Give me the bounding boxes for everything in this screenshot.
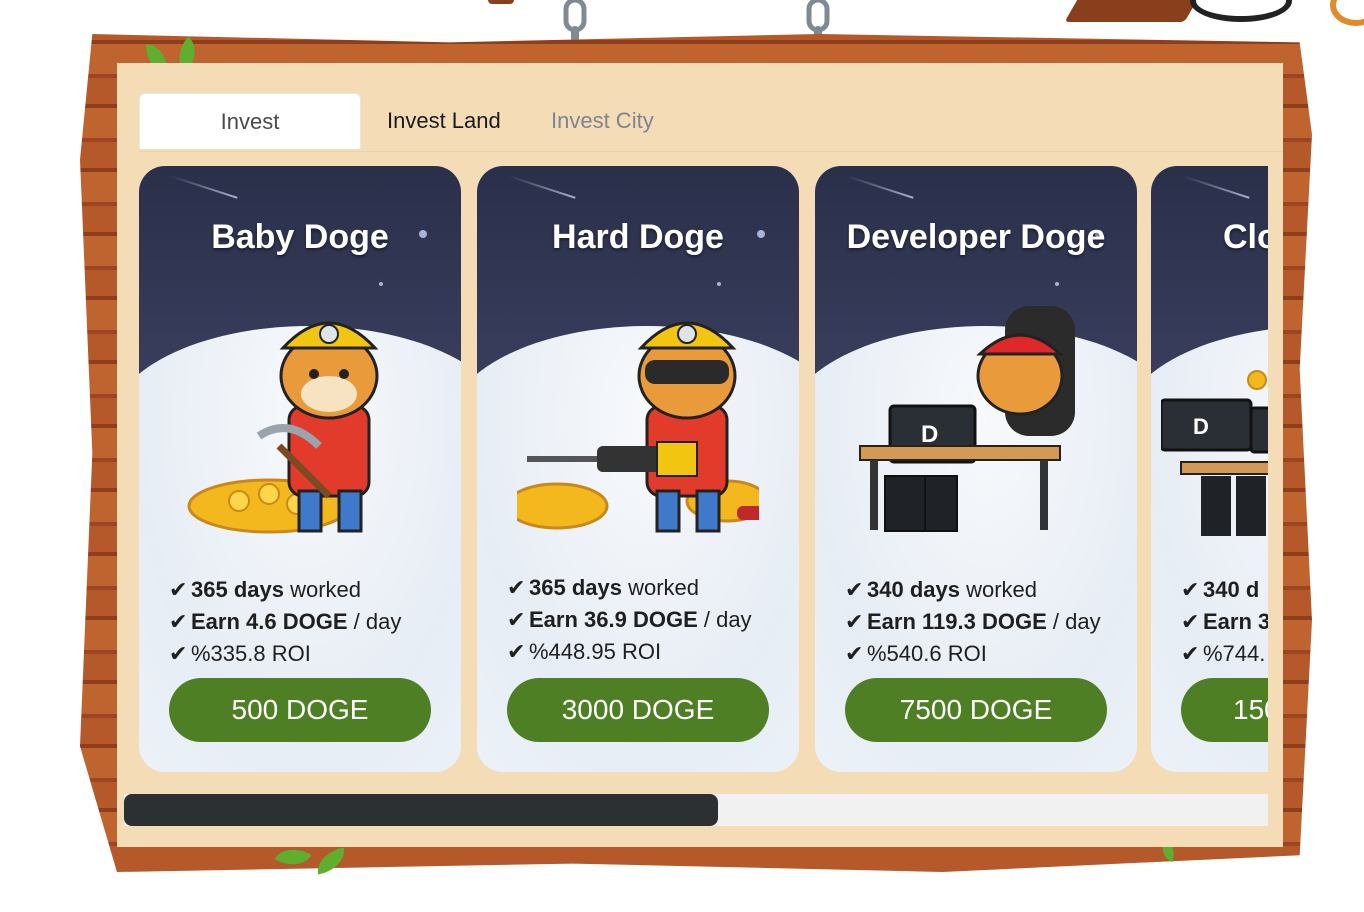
buy-button[interactable]: 7500 DOGE xyxy=(845,678,1107,742)
svg-text:D: D xyxy=(921,421,938,448)
check-icon: ✔ xyxy=(845,577,864,602)
check-icon: ✔ xyxy=(1181,609,1200,634)
card-features: ✔ 365 days worked ✔ Earn 4.6 DOGE / day ✔%… xyxy=(169,574,449,670)
card-title: Clo xyxy=(1223,218,1268,256)
feature-earn: ✔ Earn 4.6 DOGE / day xyxy=(169,606,449,638)
card-features: ✔ 365 days worked ✔ Earn 36.9 DOGE / day ✔… xyxy=(507,572,787,668)
character-card-baby-doge: Baby Doge ✔ 365 days worked ✔ Earn 4.6 DOG… xyxy=(139,166,461,772)
feature-days: ✔ 365 days worked xyxy=(169,574,449,606)
top-wood-fragment xyxy=(488,0,514,4)
card-title: Baby Doge xyxy=(211,218,389,256)
feature-roi: ✔ %540.6 ROI xyxy=(845,638,1125,670)
star-icon xyxy=(717,282,721,286)
check-icon: ✔ xyxy=(169,609,188,634)
tab-invest-land[interactable]: Invest Land xyxy=(363,93,525,149)
feature-days: ✔ 340 days worked xyxy=(845,574,1125,606)
check-icon: ✔ xyxy=(169,577,188,602)
feature-days: ✔ 340 d xyxy=(1181,574,1268,606)
character-carousel: Baby Doge ✔ 365 days worked ✔ Earn 4.6 DOG… xyxy=(139,166,1268,776)
gamer-doge-desk-icon: D xyxy=(859,306,1075,532)
check-icon: ✔ xyxy=(507,575,526,600)
check-icon: ✔ xyxy=(845,641,864,666)
feature-roi: ✔ %335.8 ROI xyxy=(169,638,449,670)
card-features: ✔ 340 d ✔ Earn 3 ✔ %744. xyxy=(1181,574,1268,670)
buy-button[interactable]: 3000 DOGE xyxy=(507,678,769,742)
server-rack-desk-icon: D xyxy=(1161,370,1268,536)
character-card-hard-doge: Hard Doge ✔ 365 days worked ✔ Earn 36.9 DO… xyxy=(477,166,799,772)
svg-text:D: D xyxy=(1193,414,1209,439)
buy-button[interactable]: 150 xyxy=(1181,678,1268,742)
coin-icon xyxy=(1190,0,1292,22)
feature-earn: ✔ Earn 119.3 DOGE / day xyxy=(845,606,1125,638)
coin-icon xyxy=(1330,0,1364,26)
feature-earn: ✔ Earn 36.9 DOGE / day xyxy=(507,604,787,636)
card-title: Developer Doge xyxy=(846,218,1106,256)
check-icon: ✔ xyxy=(507,639,526,664)
check-icon: ✔ xyxy=(169,641,188,666)
character-card-partial: Clo D ✔340 d ✔Earn 3 ✔%744. 150 xyxy=(1151,166,1268,772)
invest-tabs: Invest Characters Invest Land Invest Cit… xyxy=(139,93,1283,190)
card-features: ✔ 340 days worked ✔ Earn 119.3 DOGE / day … xyxy=(845,574,1125,670)
character-card-developer-doge: Developer Doge D ✔ 340 days worked ✔ Earn … xyxy=(815,166,1137,772)
top-wood-fragment xyxy=(1064,0,1200,22)
tab-invest-city[interactable]: Invest City xyxy=(527,93,678,149)
feature-roi: ✔ %448.95 ROI xyxy=(507,636,787,668)
feature-earn: ✔ Earn 3 xyxy=(1181,606,1268,638)
check-icon: ✔ xyxy=(845,609,864,634)
check-icon: ✔ xyxy=(1181,577,1200,602)
miner-doge-jackhammer-icon xyxy=(517,321,759,533)
star-icon xyxy=(379,282,383,286)
feature-roi: ✔ %744. xyxy=(1181,638,1268,670)
star-icon xyxy=(1055,282,1059,286)
carousel-scrollbar-thumb[interactable] xyxy=(124,794,718,826)
buy-button[interactable]: 500 DOGE xyxy=(169,678,431,742)
check-icon: ✔ xyxy=(507,607,526,632)
card-title: Hard Doge xyxy=(552,218,724,256)
feature-days: ✔ 365 days worked xyxy=(507,572,787,604)
check-icon: ✔ xyxy=(1181,641,1200,666)
miner-doge-pickaxe-icon xyxy=(187,321,379,534)
tab-invest-characters[interactable]: Invest Characters xyxy=(139,93,361,190)
